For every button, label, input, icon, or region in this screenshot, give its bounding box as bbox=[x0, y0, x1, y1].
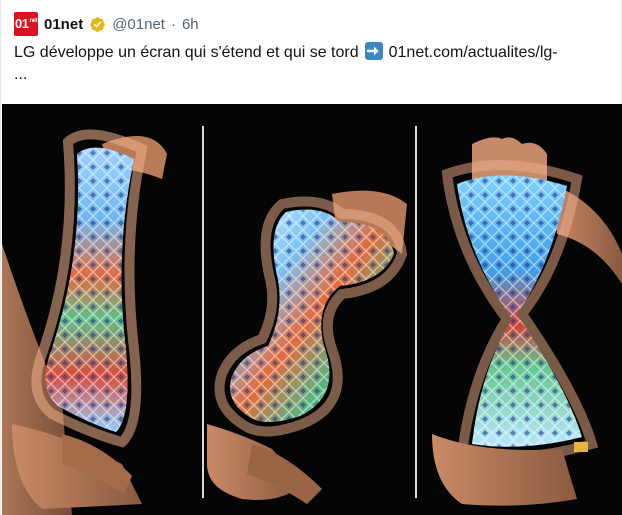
link-ellipsis: ... bbox=[14, 66, 28, 83]
avatar-sup-text: net bbox=[29, 18, 37, 24]
timestamp[interactable]: 6h bbox=[182, 16, 199, 33]
tweet-card[interactable]: 01 net 01net @01net · 6h LG développe un … bbox=[0, 0, 622, 515]
article-link[interactable]: 01net.com/actualites/lg- bbox=[389, 44, 558, 61]
panel-divider-1 bbox=[202, 126, 204, 498]
avatar[interactable]: 01 net bbox=[14, 12, 38, 36]
tweet-header: 01 net 01net @01net · 6h bbox=[14, 12, 199, 36]
handle[interactable]: @01net bbox=[112, 16, 165, 33]
flexible-display-photo bbox=[2, 104, 622, 515]
separator-dot: · bbox=[170, 15, 176, 33]
tweet-text: LG développe un écran qui s'étend et qui… bbox=[14, 42, 610, 86]
panel-divider-2 bbox=[415, 126, 417, 498]
display-name[interactable]: 01net bbox=[44, 16, 83, 33]
tweet-media-image[interactable] bbox=[2, 104, 622, 515]
right-arrow-emoji-icon bbox=[364, 42, 383, 60]
avatar-text: 01 bbox=[15, 16, 29, 31]
tweet-text-main: LG développe un écran qui s'étend et qui… bbox=[14, 44, 359, 61]
verified-badge-icon bbox=[90, 16, 105, 32]
